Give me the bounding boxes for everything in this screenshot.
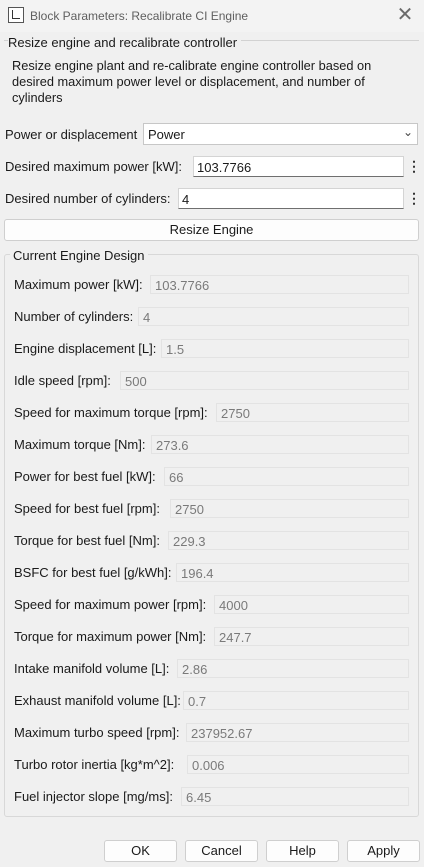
field-value: 273.6 bbox=[156, 438, 189, 453]
cancel-button[interactable]: Cancel bbox=[185, 840, 258, 862]
field-value: 4000 bbox=[219, 598, 248, 613]
ok-button[interactable]: OK bbox=[104, 840, 177, 862]
field-label: Torque for best fuel [Nm]: bbox=[14, 533, 160, 548]
field-value-box: 237952.67 bbox=[186, 723, 409, 742]
field-value-box: 229.3 bbox=[168, 531, 409, 550]
field-value: 0.006 bbox=[192, 758, 225, 773]
field-value-box: 2750 bbox=[216, 403, 409, 422]
field-value-box: 4000 bbox=[214, 595, 409, 614]
field-label: Exhaust manifold volume [L]: bbox=[14, 693, 181, 708]
field-label: Engine displacement [L]: bbox=[14, 341, 157, 356]
field-value: 247.7 bbox=[219, 630, 252, 645]
field-value: 196.4 bbox=[181, 566, 214, 581]
field-label: Speed for maximum torque [rpm]: bbox=[14, 405, 208, 420]
field-value: 66 bbox=[169, 470, 184, 485]
help-button[interactable]: Help bbox=[266, 840, 339, 862]
field-value: 4 bbox=[143, 310, 151, 325]
field-label: Maximum power [kW]: bbox=[14, 277, 143, 292]
field-value-box: 2.86 bbox=[177, 659, 409, 678]
field-value: 0.7 bbox=[188, 694, 207, 709]
field-label: Speed for maximum power [rpm]: bbox=[14, 597, 207, 612]
field-value-box: 103.7766 bbox=[150, 275, 409, 294]
desired-power-value: 103.7766 bbox=[197, 160, 252, 175]
field-value: 237952.67 bbox=[191, 726, 253, 741]
field-value: 6.45 bbox=[186, 790, 212, 805]
desired-power-input[interactable]: 103.7766 bbox=[193, 156, 404, 177]
field-label: Maximum turbo speed [rpm]: bbox=[14, 725, 180, 740]
current-engine-design-title: Current Engine Design bbox=[10, 248, 148, 263]
power-or-displacement-label: Power or displacement bbox=[5, 127, 138, 142]
field-label: Power for best fuel [kW]: bbox=[14, 469, 156, 484]
field-value-box: 66 bbox=[164, 467, 409, 486]
field-value-box: 500 bbox=[120, 371, 409, 390]
desired-cylinders-label: Desired number of cylinders: bbox=[5, 191, 171, 206]
power-or-displacement-select[interactable]: Power ⌄ bbox=[143, 123, 418, 145]
field-label: Maximum torque [Nm]: bbox=[14, 437, 146, 452]
apply-button[interactable]: Apply bbox=[347, 840, 420, 862]
field-label: Number of cylinders: bbox=[14, 309, 134, 324]
resize-group-description: Resize engine plant and re-calibrate eng… bbox=[12, 58, 372, 105]
close-icon[interactable]: ✕ bbox=[392, 3, 418, 29]
field-label: BSFC for best fuel [g/kWh]: bbox=[14, 565, 172, 580]
field-label: Idle speed [rpm]: bbox=[14, 373, 111, 388]
title-bar: Block Parameters: Recalibrate CI Engine … bbox=[0, 0, 424, 32]
field-label: Torque for maximum power [Nm]: bbox=[14, 629, 207, 644]
field-value: 2750 bbox=[175, 502, 204, 517]
field-value-box: 6.45 bbox=[181, 787, 409, 806]
desired-power-label: Desired maximum power [kW]: bbox=[5, 159, 182, 174]
field-value: 103.7766 bbox=[155, 278, 210, 293]
block-parameters-icon bbox=[8, 7, 24, 23]
field-value: 500 bbox=[125, 374, 147, 389]
power-or-displacement-value: Power bbox=[148, 127, 185, 142]
field-value-box: 2750 bbox=[170, 499, 409, 518]
field-label: Intake manifold volume [L]: bbox=[14, 661, 170, 676]
desired-cylinders-value: 4 bbox=[182, 192, 190, 207]
field-value: 2.86 bbox=[182, 662, 208, 677]
chevron-down-icon: ⌄ bbox=[402, 125, 413, 139]
resize-engine-button[interactable]: Resize Engine bbox=[4, 219, 419, 241]
field-value: 2750 bbox=[221, 406, 250, 421]
field-value-box: 0.7 bbox=[183, 691, 409, 710]
field-value-box: 196.4 bbox=[176, 563, 409, 582]
field-value: 1.5 bbox=[166, 342, 185, 357]
kebab-menu-icon[interactable]: ⋮ bbox=[407, 188, 421, 208]
field-value-box: 273.6 bbox=[151, 435, 409, 454]
desired-cylinders-input[interactable]: 4 bbox=[178, 188, 404, 209]
field-label: Turbo rotor inertia [kg*m^2]: bbox=[14, 757, 175, 772]
field-value: 229.3 bbox=[173, 534, 206, 549]
field-value-box: 0.006 bbox=[187, 755, 409, 774]
kebab-menu-icon[interactable]: ⋮ bbox=[407, 156, 421, 176]
resize-group-title: Resize engine and recalibrate controller bbox=[8, 35, 242, 50]
field-value-box: 4 bbox=[138, 307, 409, 326]
window-title: Block Parameters: Recalibrate CI Engine bbox=[30, 9, 249, 23]
field-value-box: 1.5 bbox=[161, 339, 409, 358]
field-label: Fuel injector slope [mg/ms]: bbox=[14, 789, 173, 804]
field-value-box: 247.7 bbox=[214, 627, 409, 646]
field-label: Speed for best fuel [rpm]: bbox=[14, 501, 160, 516]
